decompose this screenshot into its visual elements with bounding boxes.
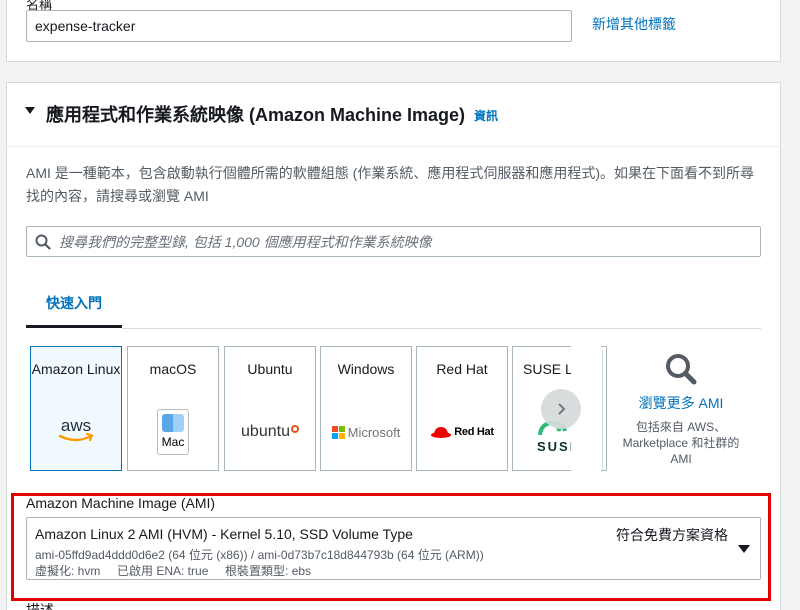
tab-bar-line bbox=[122, 328, 761, 329]
collapse-caret-icon[interactable] bbox=[25, 107, 35, 114]
tile-red-hat[interactable]: Red Hat Red Hat bbox=[416, 346, 508, 471]
browse-separator bbox=[602, 351, 603, 472]
chevron-right-icon bbox=[558, 403, 566, 415]
search-icon bbox=[35, 234, 51, 250]
ami-search-box bbox=[26, 226, 761, 257]
ami-search-input[interactable] bbox=[59, 227, 749, 256]
mac-logo-icon: Mac bbox=[128, 409, 218, 455]
browse-search-icon bbox=[666, 354, 697, 385]
browse-more-ami-link[interactable]: 瀏覽更多 AMI bbox=[612, 393, 750, 413]
tile-label: Ubuntu bbox=[247, 361, 293, 377]
info-link[interactable]: 資訊 bbox=[474, 107, 498, 124]
add-tags-link[interactable]: 新增其他標籤 bbox=[592, 14, 676, 34]
ami-selected-title: Amazon Linux 2 AMI (HVM) - Kernel 5.10, … bbox=[35, 526, 413, 542]
tile-label: macOS bbox=[149, 361, 197, 377]
ami-select-dropdown[interactable]: Amazon Linux 2 AMI (HVM) - Kernel 5.10, … bbox=[26, 517, 761, 580]
name-input[interactable] bbox=[26, 10, 572, 42]
tile-ubuntu[interactable]: Ubuntu ubuntu bbox=[224, 346, 316, 471]
microsoft-logo-icon: Microsoft bbox=[321, 425, 411, 440]
redhat-logo-icon: Red Hat bbox=[417, 425, 507, 439]
tile-macos[interactable]: macOS Mac bbox=[127, 346, 219, 471]
tile-windows[interactable]: Windows Microsoft bbox=[320, 346, 412, 471]
tile-label: Windows bbox=[337, 361, 395, 377]
active-tab-indicator bbox=[26, 325, 122, 328]
section-divider bbox=[6, 146, 781, 147]
section-description: AMI 是一種範本，包含啟動執行個體所需的軟體組態 (作業系統、應用程式伺服器和… bbox=[26, 165, 754, 204]
description-label: 描述 bbox=[26, 602, 54, 610]
ubuntu-logo-icon: ubuntu bbox=[225, 423, 315, 441]
section-title: 應用程式和作業系統映像 (Amazon Machine Image) bbox=[46, 105, 466, 125]
tile-label: Amazon Linux bbox=[31, 361, 121, 377]
svg-text:aws: aws bbox=[61, 417, 91, 435]
tile-label: Red Hat bbox=[436, 361, 488, 377]
tile-amazon-linux[interactable]: Amazon Linux aws bbox=[30, 346, 122, 471]
tab-quick-start[interactable]: 快速入門 bbox=[26, 286, 122, 328]
ami-select-label: Amazon Machine Image (AMI) bbox=[26, 495, 216, 511]
browse-more-description: 包括來自 AWS、Marketplace 和社群的 AMI bbox=[622, 420, 740, 466]
ami-ids: ami-05ffd9ad4ddd0d6e2 (64 位元 (x86)) / am… bbox=[35, 548, 484, 562]
ami-meta: 虛擬化: hvm 已啟用 ENA: true 根裝置類型: ebs bbox=[35, 564, 312, 578]
caret-down-icon bbox=[738, 545, 750, 553]
free-tier-badge: 符合免費方案資格 bbox=[616, 527, 728, 543]
aws-logo-icon: aws bbox=[31, 417, 121, 445]
carousel-next-button[interactable] bbox=[541, 389, 581, 429]
